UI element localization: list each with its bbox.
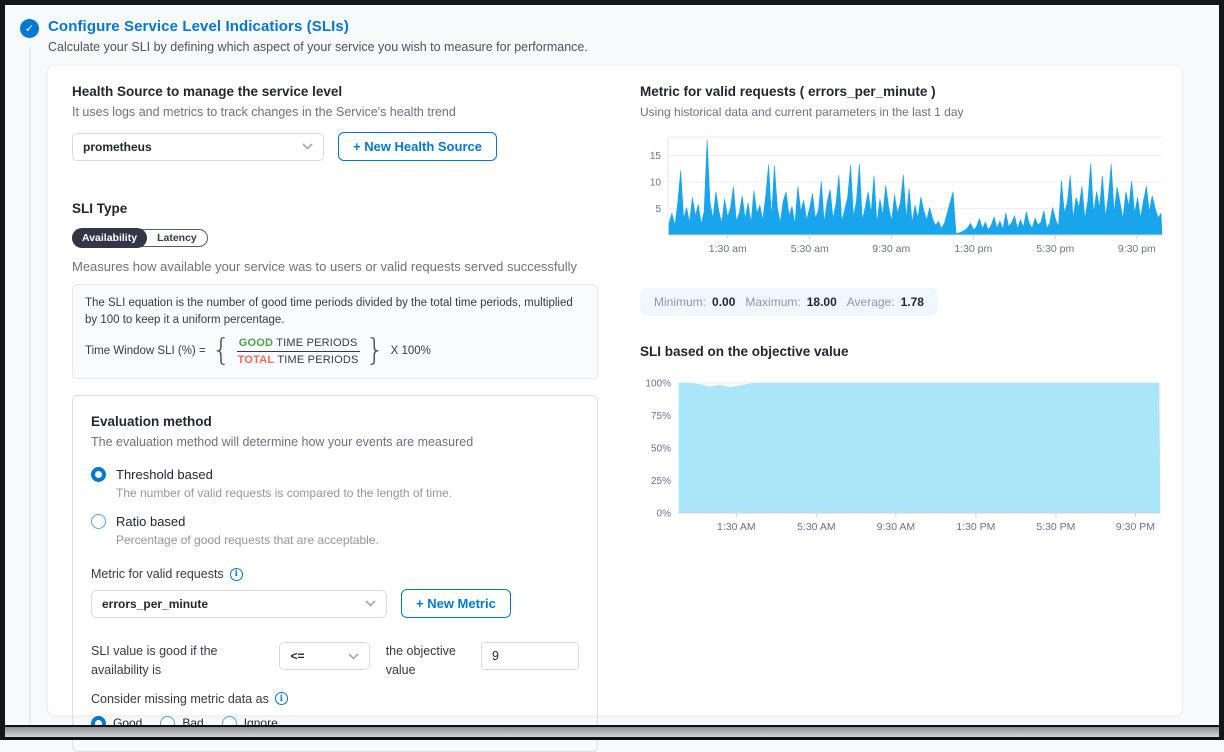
svg-text:5:30 am: 5:30 am [791,243,829,255]
evaluation-method-card: Evaluation method The evaluation method … [72,395,598,752]
sli-type-heading: SLI Type [72,201,598,216]
svg-text:9:30 am: 9:30 am [872,243,910,255]
total-term: TOTAL [238,354,275,366]
svg-text:25%: 25% [651,476,671,487]
window-top-edge [5,5,1219,7]
objective-value-input[interactable] [481,642,579,670]
new-metric-button[interactable]: + New Metric [401,589,511,618]
health-source-selected-value: prometheus [83,140,152,154]
minimum-label: Minimum: [654,295,706,309]
comparator-value: <= [290,649,304,663]
sli-config-card: Health Source to manage the service leve… [47,65,1183,716]
svg-text:1:30 pm: 1:30 pm [954,243,992,255]
page-title: Configure Service Level Indicatiors (SLI… [48,18,588,35]
sli-condition-prefix: SLI value is good if the availability is [91,642,263,680]
window-bottom-scrollbar[interactable] [5,725,1219,740]
good-term-rest: TIME PERIODS [273,337,357,349]
svg-text:15: 15 [650,151,662,162]
evaluation-method-subheading: The evaluation method will determine how… [91,435,579,449]
metric-select[interactable]: errors_per_minute [91,590,387,618]
svg-text:5:30 PM: 5:30 PM [1036,521,1075,533]
close-brace: } [366,336,385,366]
ratio-based-label: Ratio based [116,514,185,529]
sli-equation: Time Window SLI (%) = { GOOD TIME PERIOD… [85,336,585,366]
threshold-based-description: The number of valid requests is compared… [116,486,579,500]
health-source-select[interactable]: prometheus [72,133,324,161]
chevron-down-icon [348,653,359,660]
average-label: Average: [847,295,895,309]
info-icon[interactable]: i [230,568,243,581]
svg-text:50%: 50% [651,444,671,455]
radio-selected-icon [91,467,106,482]
new-health-source-button[interactable]: + New Health Source [338,132,497,161]
equation-suffix: X 100% [391,345,431,357]
metric-chart-subheading: Using historical data and current parame… [640,105,1164,119]
radio-unselected-icon [91,514,106,529]
chevron-down-icon [302,143,313,150]
svg-text:1:30 am: 1:30 am [709,243,747,255]
sli-area-chart[interactable]: 0% 25% 50% 75% 100% 1:30 AM 5:30 AM 9:30 AM 1:30… [640,371,1164,543]
svg-text:100%: 100% [645,379,671,390]
svg-text:9:30 AM: 9:30 AM [877,521,916,533]
preview-column: Metric for valid requests ( errors_per_m… [616,66,1186,715]
health-source-subheading: It uses logs and metrics to track change… [72,105,598,119]
sli-equation-box: The SLI equation is the number of good t… [72,284,598,379]
sli-type-toggle: Availability Latency [72,229,208,247]
comparator-select[interactable]: <= [279,642,369,670]
metric-timeseries-chart[interactable]: 5 10 15 1:30 am 5:30 am 9:30 am 1:30 pm 5:30 pm… [640,131,1164,269]
metric-selected-value: errors_per_minute [102,597,208,611]
open-brace: { [212,336,231,366]
svg-text:1:30 AM: 1:30 AM [717,521,756,533]
radio-threshold-based[interactable]: Threshold based [91,467,579,482]
window-frame: ✓ Configure Service Level Indicatiors (S… [0,0,1224,740]
metric-valid-requests-label: Metric for valid requests [91,567,224,581]
radio-ratio-based[interactable]: Ratio based [91,514,579,529]
good-term: GOOD [239,337,273,349]
metric-stats-bar: Minimum: 0.00 Maximum: 18.00 Average: 1.… [640,288,938,316]
tab-latency[interactable]: Latency [147,229,207,247]
step-header: ✓ Configure Service Level Indicatiors (S… [20,18,588,54]
svg-text:0%: 0% [657,509,672,520]
info-icon[interactable]: i [275,692,288,705]
stepper-progress-line [29,47,31,725]
missing-metric-data-label: Consider missing metric data as [91,692,269,706]
step-complete-check-icon: ✓ [20,19,39,38]
total-term-rest: TIME PERIODS [274,354,358,366]
svg-text:5: 5 [655,204,661,215]
svg-text:9:30 pm: 9:30 pm [1118,243,1156,255]
svg-text:5:30 pm: 5:30 pm [1036,243,1074,255]
equation-fraction: GOOD TIME PERIODS TOTAL TIME PERIODS [237,337,360,366]
threshold-based-label: Threshold based [116,467,213,482]
sli-type-description: Measures how available your service was … [72,259,598,274]
svg-text:10: 10 [650,178,662,189]
average-value: 1.78 [901,295,924,309]
tab-availability[interactable]: Availability [72,228,147,248]
maximum-value: 18.00 [807,295,837,309]
chevron-down-icon [365,600,376,607]
page-subtitle: Calculate your SLI by defining which asp… [48,40,588,54]
configuration-column: Health Source to manage the service leve… [48,66,616,715]
equation-prefix: Time Window SLI (%) = [85,345,206,357]
minimum-value: 0.00 [712,295,735,309]
health-source-heading: Health Source to manage the service leve… [72,84,598,99]
maximum-label: Maximum: [745,295,800,309]
metric-chart-heading: Metric for valid requests ( errors_per_m… [640,84,1164,99]
evaluation-method-heading: Evaluation method [91,414,579,429]
svg-text:5:30 AM: 5:30 AM [797,521,836,533]
svg-text:1:30 PM: 1:30 PM [956,521,995,533]
svg-text:9:30 PM: 9:30 PM [1116,521,1155,533]
sli-objective-heading: SLI based on the objective value [640,344,1164,359]
sli-equation-intro: The SLI equation is the number of good t… [85,295,585,328]
sli-condition-suffix: the objective value [386,642,465,680]
ratio-based-description: Percentage of good requests that are acc… [116,533,579,547]
svg-text:75%: 75% [651,411,671,422]
